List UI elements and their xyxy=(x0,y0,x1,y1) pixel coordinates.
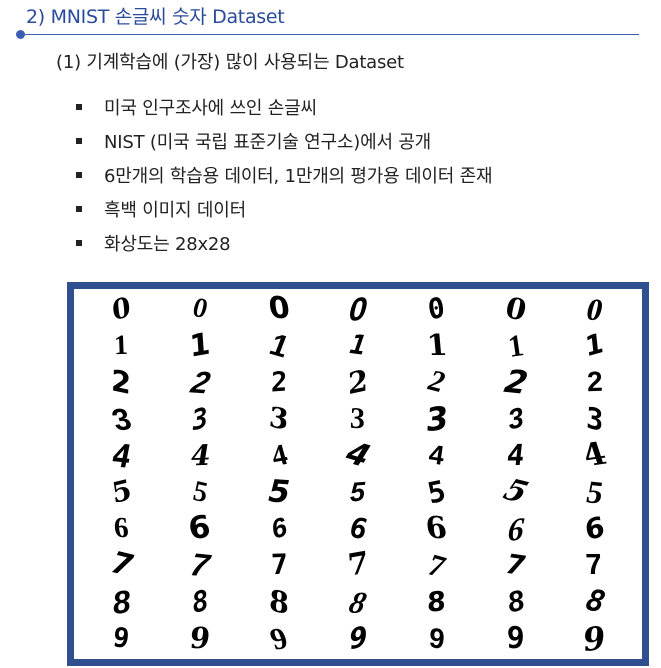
section-title: 2) MNIST 손글씨 숫자 Dataset xyxy=(26,6,285,28)
handwritten-digit-3: 3 xyxy=(424,398,450,440)
handwritten-digit-8: 8 xyxy=(111,582,132,622)
handwritten-digit-6: 6 xyxy=(582,509,607,548)
bullet-item: 6만개의 학습용 데이터, 1만개의 평가용 데이터 존재 xyxy=(74,158,493,192)
handwritten-digit-7: 7 xyxy=(187,546,213,585)
handwritten-digit-9: 9 xyxy=(188,621,212,656)
square-bullet-icon xyxy=(76,240,82,246)
handwritten-digit-5: 5 xyxy=(583,473,606,511)
handwritten-digit-9: 9 xyxy=(347,620,369,657)
handwritten-digit-0: 0 xyxy=(582,291,607,328)
handwritten-digit-1: 1 xyxy=(425,328,449,363)
handwritten-digit-1: 1 xyxy=(113,329,129,362)
handwritten-digit-9: 9 xyxy=(504,620,528,657)
handwritten-digit-4: 4 xyxy=(189,438,211,473)
square-bullet-icon xyxy=(76,172,82,178)
digit-grid: 0000000111111122222223333333444444455555… xyxy=(82,289,634,660)
handwritten-digit-1: 1 xyxy=(264,327,294,365)
handwritten-digit-2: 2 xyxy=(500,362,531,403)
handwritten-digit-5: 5 xyxy=(424,473,449,511)
handwritten-digit-6: 6 xyxy=(423,510,450,547)
handwritten-digit-2: 2 xyxy=(187,364,214,401)
handwritten-digit-0: 0 xyxy=(347,290,369,329)
handwritten-digit-9: 9 xyxy=(582,618,607,660)
bullet-item: NIST (미국 국립 표준기술 연구소)에서 공개 xyxy=(74,124,492,158)
handwritten-digit-4: 4 xyxy=(341,435,376,476)
handwritten-digit-4: 4 xyxy=(578,436,611,475)
handwritten-digit-9: 9 xyxy=(265,620,293,657)
handwritten-digit-2: 2 xyxy=(110,362,132,402)
bullet-list: 미국 인구조사에 쓰인 손글씨 NIST (미국 국립 표준기술 연구소)에서 … xyxy=(74,90,493,260)
handwritten-digit-5: 5 xyxy=(498,473,534,511)
handwritten-digit-7: 7 xyxy=(585,548,604,581)
handwritten-digit-9: 9 xyxy=(111,622,132,656)
bullet-text: NIST (미국 국립 표준기술 연구소)에서 공개 xyxy=(104,132,432,153)
handwritten-digit-4: 4 xyxy=(267,437,291,473)
handwritten-digit-5: 5 xyxy=(192,474,208,510)
handwritten-digit-2: 2 xyxy=(344,363,372,401)
handwritten-digit-6: 6 xyxy=(348,510,368,547)
handwritten-digit-0: 0 xyxy=(266,290,292,327)
handwritten-digit-3: 3 xyxy=(348,401,368,436)
handwritten-digit-7: 7 xyxy=(423,546,451,585)
handwritten-digit-7: 7 xyxy=(504,548,528,583)
handwritten-digit-4: 4 xyxy=(108,435,135,476)
handwritten-digit-0: 0 xyxy=(110,291,133,328)
handwritten-digit-0: 0 xyxy=(505,289,527,329)
handwritten-digit-8: 8 xyxy=(189,583,211,620)
handwritten-digit-6: 6 xyxy=(112,512,131,545)
handwritten-digit-6: 6 xyxy=(183,509,217,548)
handwritten-digit-8: 8 xyxy=(345,584,371,620)
handwritten-digit-7: 7 xyxy=(343,546,373,584)
title-bullet-dot xyxy=(16,30,25,39)
handwritten-digit-3: 3 xyxy=(190,401,210,437)
mnist-sample-image: 0000000111111122222223333333444444455555… xyxy=(67,282,649,666)
bullet-item: 화상도는 28x28 xyxy=(74,226,492,260)
square-bullet-icon xyxy=(76,138,82,144)
subheading: (1) 기계학습에 (가장) 많이 사용되는 Dataset xyxy=(56,52,404,73)
handwritten-digit-5: 5 xyxy=(109,473,134,511)
handwritten-digit-9: 9 xyxy=(427,621,446,656)
handwritten-digit-2: 2 xyxy=(270,366,288,399)
handwritten-digit-0: 0 xyxy=(192,292,209,326)
handwritten-digit-2: 2 xyxy=(586,366,603,398)
handwritten-digit-3: 3 xyxy=(585,399,604,438)
square-bullet-icon xyxy=(76,206,82,212)
bullet-text: 6만개의 학습용 데이터, 1만개의 평가용 데이터 존재 xyxy=(104,166,493,187)
handwritten-digit-3: 3 xyxy=(268,400,291,437)
bullet-item: 흑백 이미지 데이터 xyxy=(74,192,492,226)
handwritten-digit-1: 1 xyxy=(502,327,529,364)
handwritten-digit-1: 1 xyxy=(185,326,215,365)
handwritten-digit-8: 8 xyxy=(504,584,527,619)
bullet-text: 미국 인구조사에 쓰인 손글씨 xyxy=(104,98,317,119)
handwritten-digit-1: 1 xyxy=(583,327,606,365)
square-bullet-icon xyxy=(76,104,82,110)
title-underline xyxy=(20,34,639,35)
handwritten-digit-5: 5 xyxy=(350,476,366,508)
handwritten-digit-1: 1 xyxy=(347,329,369,363)
handwritten-digit-6: 6 xyxy=(506,509,525,548)
handwritten-digit-5: 5 xyxy=(264,473,295,511)
handwritten-digit-7: 7 xyxy=(270,548,289,582)
handwritten-digit-8: 8 xyxy=(427,585,447,619)
handwritten-digit-0: 0 xyxy=(426,290,448,328)
handwritten-digit-8: 8 xyxy=(268,582,290,621)
handwritten-digit-7: 7 xyxy=(104,546,139,584)
handwritten-digit-3: 3 xyxy=(107,400,136,438)
handwritten-digit-4: 4 xyxy=(427,439,447,472)
handwritten-digit-2: 2 xyxy=(422,364,452,400)
bullet-item: 미국 인구조사에 쓰인 손글씨 xyxy=(74,90,492,124)
handwritten-digit-3: 3 xyxy=(505,401,526,436)
bullet-text: 흑백 이미지 데이터 xyxy=(104,200,246,221)
handwritten-digit-8: 8 xyxy=(578,583,611,621)
handwritten-digit-4: 4 xyxy=(505,438,526,473)
handwritten-digit-6: 6 xyxy=(270,511,288,546)
bullet-text: 화상도는 28x28 xyxy=(104,234,231,255)
